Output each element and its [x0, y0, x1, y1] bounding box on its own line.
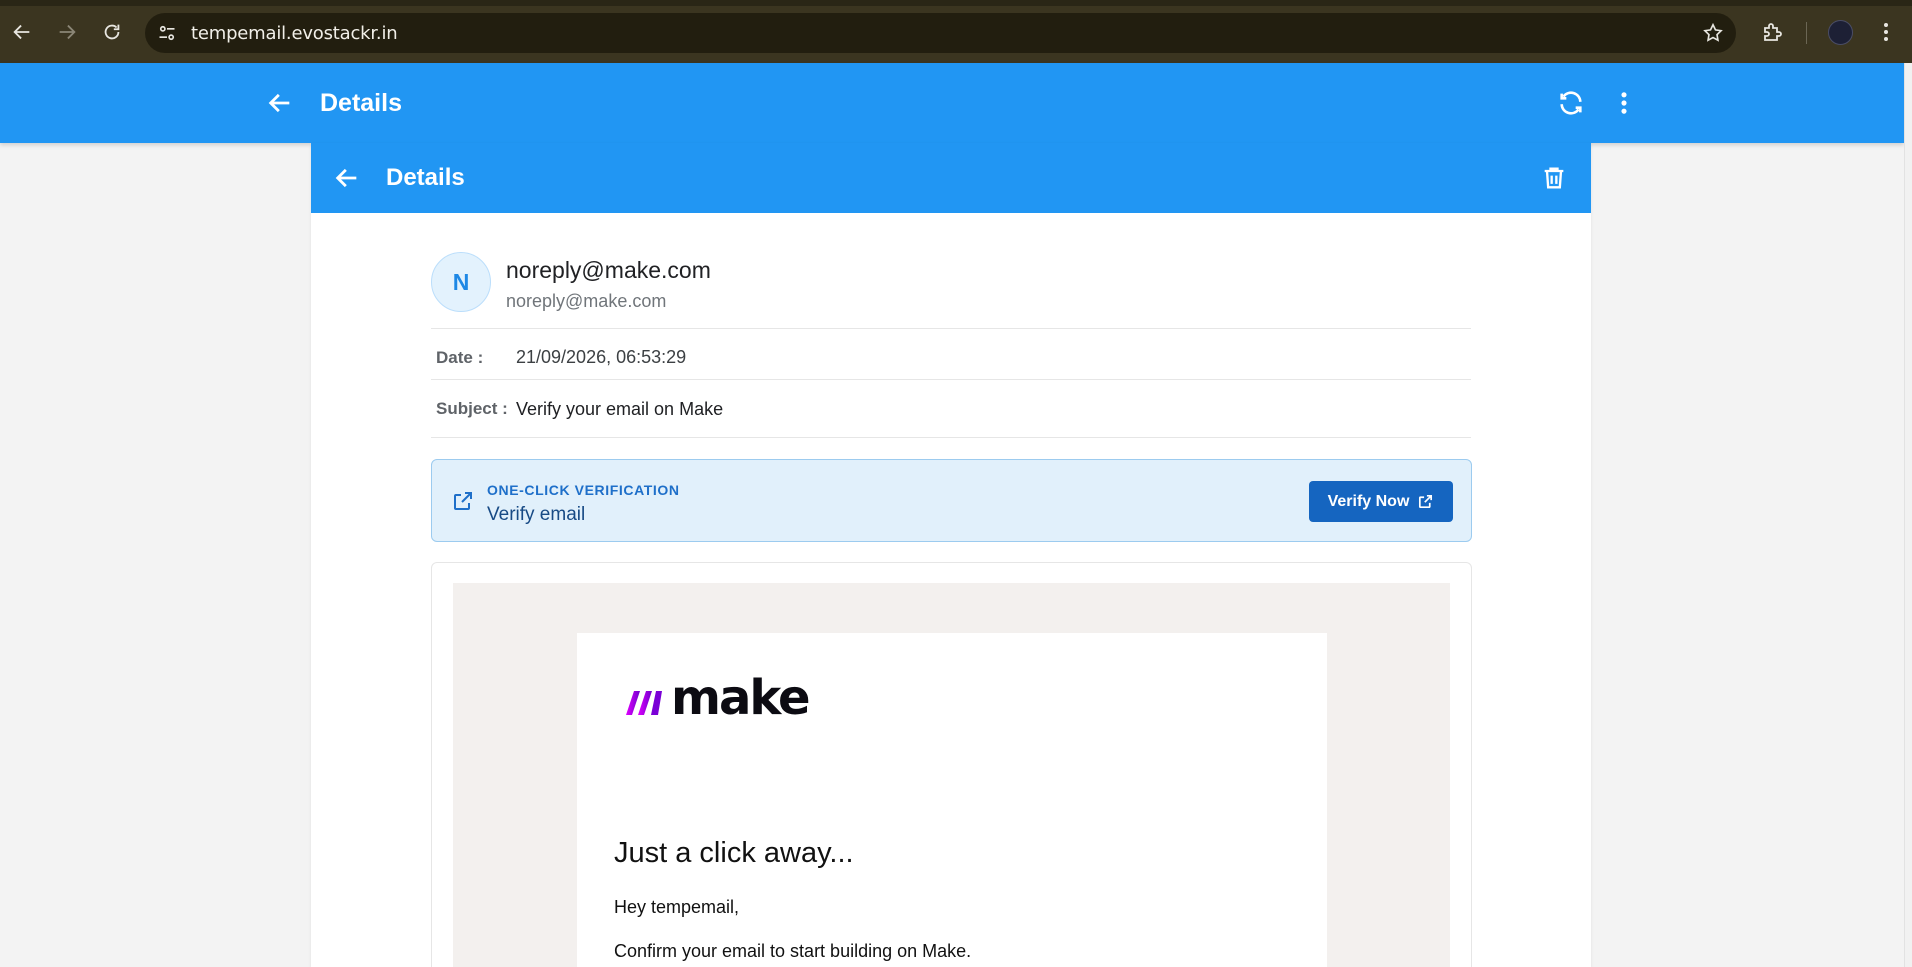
email-details-card: Details N noreply@make.com noreply@make.… — [311, 143, 1591, 967]
scrollbar[interactable] — [1904, 63, 1912, 967]
page-title: Details — [320, 89, 402, 117]
browser-toolbar: tempemail.evostackr.in — [0, 0, 1912, 63]
date-label: Date : — [436, 348, 484, 367]
date-value: 21/09/2026, 06:53:29 — [516, 347, 687, 367]
browser-forward-button[interactable] — [52, 17, 82, 47]
verification-text: Verify email — [487, 504, 586, 525]
email-content: make Just a click away... Hey tempemail,… — [577, 633, 1327, 967]
external-link-icon — [454, 492, 472, 510]
more-vertical-icon[interactable] — [1874, 20, 1898, 44]
email-greeting: Hey tempemail, — [614, 897, 740, 917]
subject-label: Subject : — [436, 399, 508, 418]
make-wordmark: make — [671, 670, 811, 726]
refresh-icon[interactable] — [1557, 89, 1585, 117]
verification-banner: ONE-CLICK VERIFICATION Verify email Veri… — [431, 459, 1472, 542]
browser-tabstrip — [0, 0, 1912, 6]
subject-value: Verify your email on Make — [516, 399, 724, 419]
sender-avatar: N — [431, 252, 491, 312]
email-heading: Just a click away... — [614, 837, 854, 869]
reload-icon — [104, 24, 120, 40]
browser-back-button[interactable] — [7, 17, 37, 47]
toolbar-separator — [1806, 22, 1807, 44]
arrow-left-icon — [13, 24, 30, 40]
arrow-left-icon[interactable] — [333, 164, 361, 192]
trash-icon[interactable] — [1540, 164, 1568, 192]
email-text: Confirm your email to start building on … — [614, 941, 972, 961]
divider — [431, 379, 1471, 380]
more-vertical-icon[interactable] — [1610, 89, 1638, 117]
browser-reload-button[interactable] — [97, 17, 127, 47]
verify-now-label: Verify Now — [1327, 492, 1410, 510]
verification-kicker: ONE-CLICK VERIFICATION — [487, 482, 680, 498]
arrow-right-icon — [59, 24, 76, 40]
email-body-background: make Just a click away... Hey tempemail,… — [453, 583, 1450, 967]
app-header: Details — [0, 63, 1904, 143]
address-bar[interactable]: tempemail.evostackr.in — [145, 13, 1736, 53]
card-title: Details — [386, 164, 465, 191]
tune-icon[interactable] — [157, 23, 177, 43]
sender-email: noreply@make.com — [506, 291, 667, 311]
verify-now-button[interactable]: Verify Now — [1309, 481, 1453, 522]
avatar[interactable] — [1828, 20, 1853, 45]
star-icon[interactable] — [1702, 22, 1724, 44]
divider — [431, 328, 1471, 329]
card-header: Details — [311, 143, 1591, 213]
external-link-icon — [1419, 494, 1433, 509]
email-body-frame: make Just a click away... Hey tempemail,… — [431, 562, 1472, 967]
arrow-left-icon[interactable] — [266, 89, 294, 117]
puzzle-icon[interactable] — [1761, 20, 1785, 44]
divider — [431, 437, 1471, 438]
url-text[interactable]: tempemail.evostackr.in — [191, 23, 398, 44]
sender-name: noreply@make.com — [506, 257, 711, 283]
